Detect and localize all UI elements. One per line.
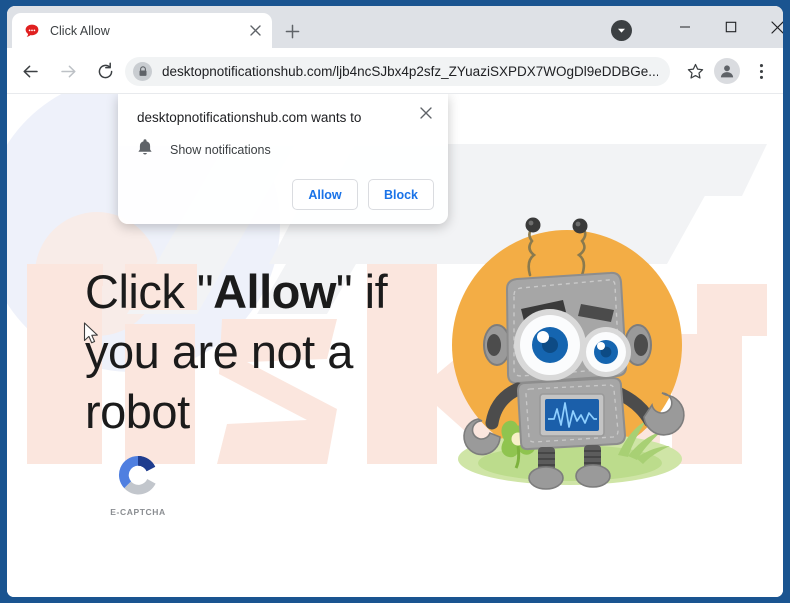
tab-close-icon[interactable]: [246, 22, 264, 40]
notification-permission-dialog[interactable]: desktopnotificationshub.com wants to Sho…: [118, 94, 448, 224]
e-captcha-badge: E-CAPTCHA: [103, 452, 173, 517]
headline-strong-allow: Allow: [213, 265, 336, 318]
browser-window-inner: Click Allow desktopnotificationshub.com/…: [7, 6, 783, 597]
page-viewport: Click "Allow" if you are not a robot E-C…: [7, 94, 783, 597]
address-bar-url: desktopnotificationshub.com/ljb4ncSJbx4p…: [162, 64, 658, 79]
browser-tab-click-allow[interactable]: Click Allow: [12, 13, 272, 48]
tab-strip: Click Allow: [7, 6, 783, 48]
dialog-title: desktopnotificationshub.com wants to: [137, 110, 362, 125]
headline-part-1: Click ": [85, 265, 214, 318]
reload-icon[interactable]: [90, 56, 120, 86]
window-minimize-button[interactable]: [662, 6, 708, 48]
tab-title: Click Allow: [50, 23, 110, 38]
window-maximize-button[interactable]: [708, 6, 754, 48]
allow-button[interactable]: Allow: [292, 179, 358, 210]
profile-avatar-icon[interactable]: [714, 58, 740, 84]
bell-icon: [137, 138, 153, 161]
browser-window-frame: Click Allow desktopnotificationshub.com/…: [0, 0, 790, 603]
permission-label: Show notifications: [170, 142, 271, 157]
forward-arrow-icon[interactable]: [53, 56, 83, 86]
block-button[interactable]: Block: [368, 179, 434, 210]
star-icon[interactable]: [680, 56, 710, 86]
tab-search-button[interactable]: [611, 20, 632, 41]
close-icon[interactable]: [415, 102, 437, 124]
gray-robot-illustration: [452, 217, 685, 490]
e-captcha-label: E-CAPTCHA: [110, 507, 166, 517]
browser-toolbar: desktopnotificationshub.com/ljb4ncSJbx4p…: [7, 48, 783, 94]
page-headline: Click "Allow" if you are not a robot: [85, 262, 415, 442]
address-bar[interactable]: desktopnotificationshub.com/ljb4ncSJbx4p…: [125, 57, 670, 86]
three-dot-menu-icon[interactable]: [747, 56, 775, 86]
c-ring-logo-icon: [118, 455, 156, 495]
tab-favicon-icon: [24, 23, 40, 39]
permission-request-row: Show notifications: [137, 138, 271, 161]
lock-icon: [133, 62, 152, 81]
back-arrow-icon[interactable]: [15, 56, 45, 86]
new-tab-button[interactable]: [279, 18, 305, 44]
dialog-actions: Allow Block: [292, 179, 434, 210]
window-close-button[interactable]: [754, 6, 783, 48]
